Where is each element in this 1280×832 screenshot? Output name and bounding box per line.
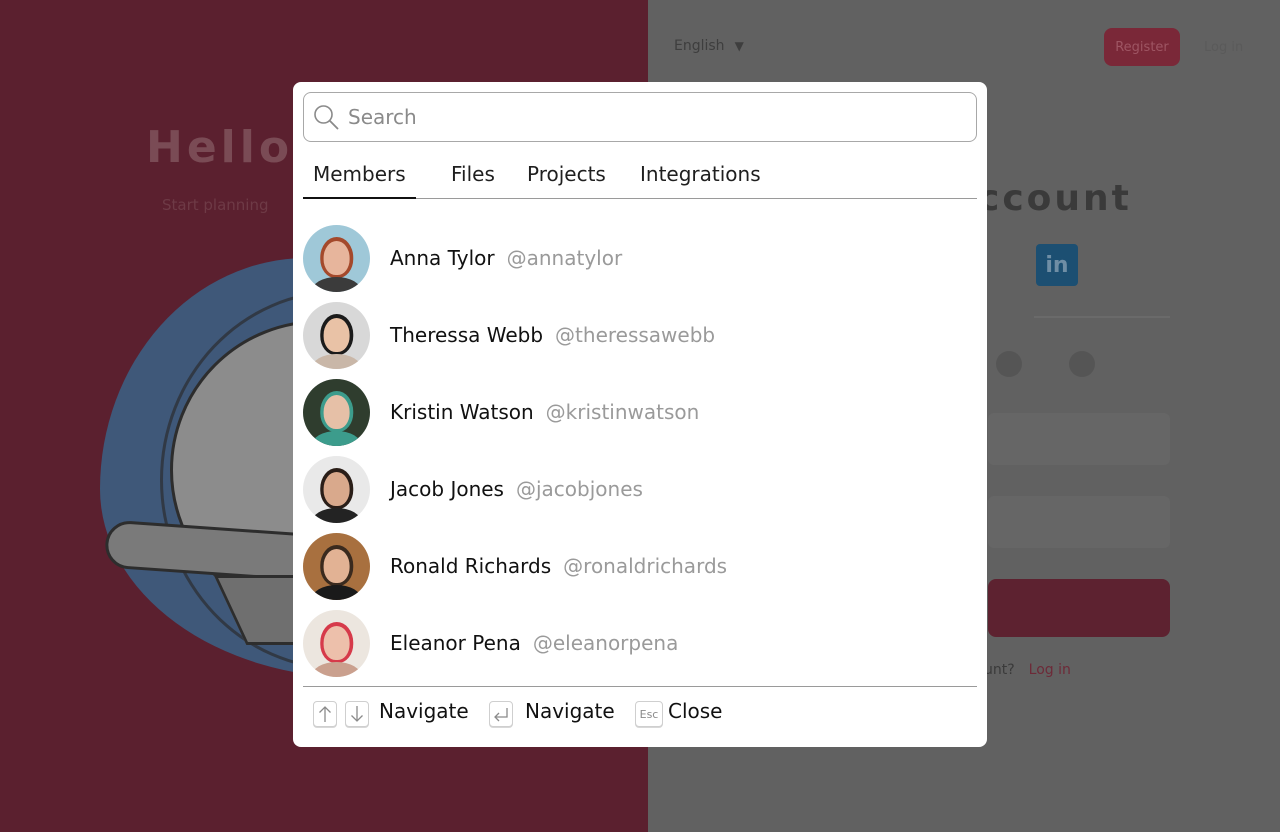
language-label: English xyxy=(674,38,725,54)
hello-subtitle: Start planning xyxy=(162,196,269,214)
member-row[interactable]: Kristin Watson @kristinwatson xyxy=(303,378,977,446)
search-icon xyxy=(312,103,340,131)
account-heading: ccount xyxy=(978,178,1132,219)
step-dot xyxy=(996,351,1022,377)
member-handle: @theressawebb xyxy=(555,323,716,347)
member-row[interactable]: Ronald Richards @ronaldrichards xyxy=(303,532,977,600)
avatar-shoulders xyxy=(312,353,361,369)
enter-key-icon xyxy=(489,701,513,727)
hello-heading: Hello, xyxy=(146,122,314,173)
submit-button[interactable] xyxy=(988,579,1170,637)
avatar xyxy=(303,609,370,677)
avatar-face xyxy=(323,471,350,507)
divider xyxy=(1034,316,1170,318)
member-name: Kristin Watson xyxy=(390,400,534,424)
avatar xyxy=(303,224,370,292)
register-button[interactable]: Register xyxy=(1104,28,1180,66)
tab-projects[interactable]: Projects xyxy=(527,162,606,186)
search-box[interactable] xyxy=(303,92,977,142)
avatar-shoulders xyxy=(312,276,361,292)
language-selector[interactable]: English ▼ xyxy=(674,38,744,54)
linkedin-icon[interactable]: in xyxy=(1036,244,1078,286)
tab-integrations[interactable]: Integrations xyxy=(640,162,761,186)
member-handle: @annatylor xyxy=(506,246,623,270)
tab-members[interactable]: Members xyxy=(303,162,416,199)
avatar-shoulders xyxy=(312,584,361,600)
tab-bar: Members Files Projects Integrations xyxy=(303,156,977,199)
avatar xyxy=(303,455,370,523)
member-name: Eleanor Pena xyxy=(390,631,521,655)
avatar-shoulders xyxy=(312,507,361,523)
tab-files[interactable]: Files xyxy=(451,162,495,186)
member-row[interactable]: Theressa Webb @theressawebb xyxy=(303,301,977,369)
question-login-link[interactable]: Log in xyxy=(1029,662,1071,678)
close-hint[interactable]: Close xyxy=(668,699,722,723)
member-name: Jacob Jones xyxy=(390,477,504,501)
member-row[interactable]: Anna Tylor @annatylor xyxy=(303,224,977,292)
member-row[interactable]: Jacob Jones @jacobjones xyxy=(303,455,977,523)
navigate-hint: Navigate xyxy=(379,699,469,723)
search-modal: Members Files Projects Integrations Anna… xyxy=(293,82,987,747)
member-handle: @ronaldrichards xyxy=(563,554,728,578)
esc-key: Esc xyxy=(635,701,663,727)
avatar-face xyxy=(323,548,350,584)
member-handle: @eleanorpena xyxy=(532,631,679,655)
form-input[interactable] xyxy=(988,413,1170,465)
avatar-face xyxy=(323,240,350,276)
account-question: unt? Log in xyxy=(984,662,1071,678)
member-name: Ronald Richards xyxy=(390,554,552,578)
member-row[interactable]: Eleanor Pena @eleanorpena xyxy=(303,609,977,677)
caret-down-icon: ▼ xyxy=(734,39,744,53)
arrow-down-key-icon xyxy=(345,701,369,727)
avatar-face xyxy=(323,625,350,661)
search-input[interactable] xyxy=(348,105,948,129)
member-handle: @kristinwatson xyxy=(545,400,700,424)
question-text: unt? xyxy=(984,662,1015,678)
member-name: Theressa Webb xyxy=(390,323,544,347)
avatar xyxy=(303,301,370,369)
keyboard-hints: Navigate Navigate Esc Close xyxy=(303,686,977,738)
form-input[interactable] xyxy=(988,496,1170,548)
avatar-face xyxy=(323,317,350,353)
arrow-up-key-icon xyxy=(313,701,337,727)
avatar-shoulders xyxy=(312,430,361,446)
avatar-face xyxy=(323,394,350,430)
member-name: Anna Tylor xyxy=(390,246,495,270)
member-handle: @jacobjones xyxy=(515,477,643,501)
avatar-shoulders xyxy=(312,661,361,677)
login-link[interactable]: Log in xyxy=(1204,40,1243,55)
step-dot xyxy=(1069,351,1095,377)
avatar xyxy=(303,532,370,600)
avatar xyxy=(303,378,370,446)
select-hint: Navigate xyxy=(525,699,615,723)
